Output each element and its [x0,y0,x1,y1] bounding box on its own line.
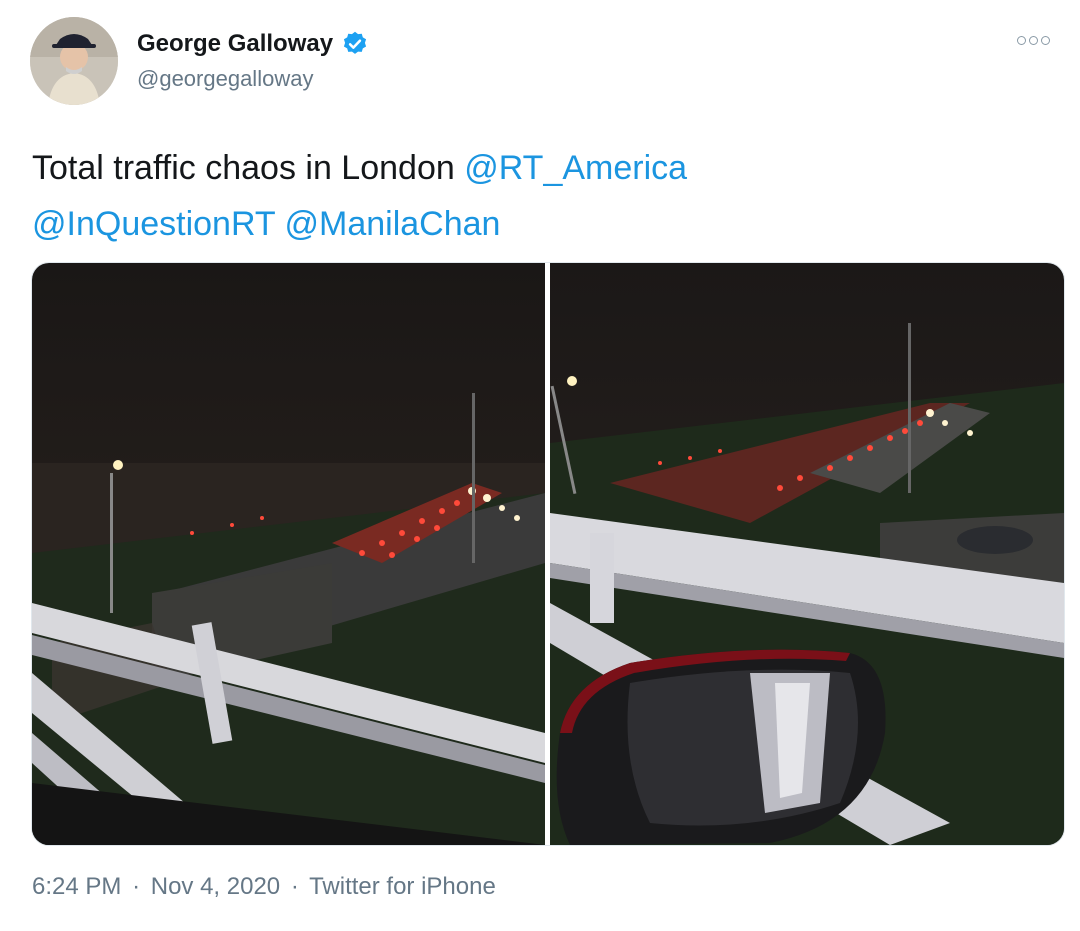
meta-separator: · [132,873,141,900]
photo-traffic-right[interactable] [550,263,1064,845]
photo-traffic-left[interactable] [32,263,545,845]
meta-separator: · [290,873,299,900]
mention-manilachan[interactable]: @ManilaChan [285,205,501,243]
author-name-row[interactable]: George Galloway [137,30,369,58]
tweet-date[interactable]: Nov 4, 2020 [151,873,280,900]
more-options-icon[interactable] [1017,36,1050,45]
avatar-image [30,17,118,105]
tweet-source[interactable]: Twitter for iPhone [309,873,496,900]
author-handle[interactable]: @georgegalloway [137,66,313,92]
verified-badge-icon [343,31,367,54]
tweet-text-body: Total traffic chaos in London [32,149,465,187]
mention-rt-america[interactable]: @RT_America [464,149,687,187]
tweet-time[interactable]: 6:24 PM [32,873,121,900]
author-name[interactable]: George Galloway [137,30,333,58]
tweet-media [31,262,1065,846]
tweet-meta: 6:24 PM · Nov 4, 2020 · Twitter for iPho… [32,873,500,901]
tweet-text: Total traffic chaos in London @RT_Americ… [32,140,1042,252]
mention-inquestionrt[interactable]: @InQuestionRT [32,205,275,243]
avatar[interactable] [30,17,118,105]
